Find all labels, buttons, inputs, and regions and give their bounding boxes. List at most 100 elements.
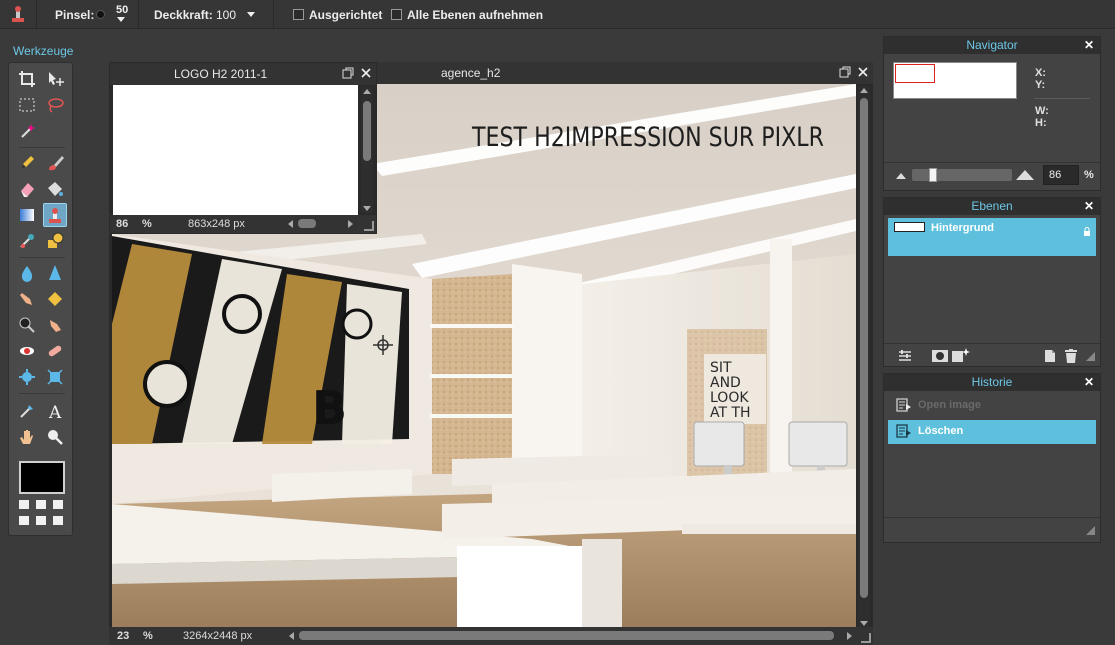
hand-tool[interactable] [15,425,39,449]
marquee-tool[interactable] [15,93,39,117]
logo-zoom-value[interactable]: 86 [116,218,128,230]
delete-layer-icon[interactable] [1065,349,1077,366]
magic-wand-tool[interactable] [15,119,39,143]
zoom-field[interactable]: 86 [1043,165,1079,185]
resize-grip-icon[interactable] [1086,352,1095,361]
brush-size-value[interactable]: 50 [116,4,128,16]
grid-square[interactable] [53,500,63,509]
vertical-scroll-thumb[interactable] [860,98,868,598]
toolbox-title: Werkzeuge [13,44,74,58]
layer-effects-icon[interactable] [952,348,970,365]
paint-bucket-tool[interactable] [43,177,67,201]
red-eye-tool[interactable] [15,339,39,363]
grid-square[interactable] [36,516,46,525]
sponge-tool[interactable] [43,287,67,311]
scroll-left-icon[interactable] [288,220,293,228]
resize-grip-icon[interactable] [861,633,871,643]
foreground-color-swatch[interactable] [19,461,65,494]
spot-heal-tool[interactable] [43,339,67,363]
scroll-right-icon[interactable] [348,220,353,228]
aligned-checkbox[interactable] [293,9,304,20]
lasso-tool[interactable] [43,93,67,117]
crop-tool[interactable] [15,67,39,91]
move-tool[interactable] [43,67,67,91]
history-item[interactable]: Open image [888,394,1096,418]
zoom-in-icon[interactable] [1016,170,1034,180]
vertical-scrollbar[interactable] [858,86,870,628]
resize-grip-icon[interactable] [364,221,374,231]
close-window-icon[interactable] [360,67,372,79]
eraser-tool[interactable] [15,177,39,201]
layer-mask-icon[interactable] [932,350,948,365]
blur-tool[interactable] [15,261,39,285]
scroll-right-icon[interactable] [847,632,852,640]
bloat-tool[interactable] [15,365,39,389]
color-replace-tool[interactable] [15,229,39,253]
clone-stamp-tool[interactable] [43,203,67,227]
sharpen-tool[interactable] [43,261,67,285]
close-icon[interactable]: ✕ [1084,374,1094,391]
opacity-dropdown-icon[interactable] [247,12,255,17]
restore-window-icon[interactable] [342,67,354,79]
grid-square[interactable] [19,500,29,509]
scroll-left-icon[interactable] [289,632,294,640]
brush-size-down-icon[interactable] [117,17,125,22]
pinch-tool[interactable] [43,365,67,389]
navigator-thumbnail[interactable] [893,62,1017,99]
document-title: agence_h2 [441,66,501,80]
layer-item[interactable]: Hintergrund [888,218,1096,256]
type-tool[interactable]: A [43,399,67,423]
zoom-out-icon[interactable] [896,173,906,179]
navigator-viewport[interactable] [895,64,935,83]
layer-settings-icon[interactable] [898,350,912,365]
eraser-icon [21,183,34,197]
logo-canvas[interactable] [113,85,358,216]
resize-grip-icon[interactable] [1086,526,1095,535]
grid-square[interactable] [53,516,63,525]
brush-label: Pinsel: [55,8,95,22]
logo-vertical-scrollbar[interactable] [361,87,373,213]
close-icon[interactable]: ✕ [1084,37,1094,54]
burn-tool[interactable] [15,313,39,337]
opacity-value[interactable]: 100 [216,8,236,22]
grid-square[interactable] [36,500,46,509]
logo-titlebar[interactable]: LOGO H2 2011-1 [110,63,376,85]
marquee-icon [19,98,35,112]
divider [884,517,1100,518]
horizontal-scroll-thumb[interactable] [298,219,316,228]
dodge-tool[interactable] [43,313,67,337]
pencil-tool[interactable] [15,151,39,175]
zoom-slider-handle[interactable] [929,168,937,182]
magic-wand-icon [21,124,35,138]
brush-tool[interactable] [43,151,67,175]
zoom-slider[interactable] [912,168,1012,182]
clone-stamp-icon [49,208,61,223]
lock-icon[interactable] [1083,226,1091,240]
color-picker-tool[interactable] [15,399,39,423]
zoom-tool[interactable] [43,425,67,449]
horizontal-scroll-thumb[interactable] [299,631,834,640]
history-header[interactable]: Historie ✕ [884,374,1100,391]
close-icon[interactable]: ✕ [1084,198,1094,215]
scroll-down-icon[interactable] [860,621,868,626]
close-window-icon[interactable] [857,66,869,78]
water-drop-icon [21,266,33,282]
scroll-up-icon[interactable] [363,89,371,94]
grid-square[interactable] [19,516,29,525]
restore-window-icon[interactable] [839,66,851,78]
brush-preview-icon[interactable] [96,10,105,19]
vertical-scroll-thumb[interactable] [363,101,371,161]
zoom-value[interactable]: 23 [117,630,129,642]
gradient-tool[interactable] [15,203,39,227]
shape-tool[interactable] [43,229,67,253]
scroll-down-icon[interactable] [363,206,371,211]
smudge-tool[interactable] [15,287,39,311]
eye-icon [20,347,34,355]
all-layers-checkbox[interactable] [391,9,402,20]
navigator-header[interactable]: Navigator ✕ [884,37,1100,54]
new-layer-icon[interactable] [1044,349,1056,366]
layers-header[interactable]: Ebenen ✕ [884,198,1100,215]
scroll-up-icon[interactable] [860,88,868,93]
history-item-active[interactable]: Löschen [888,420,1096,444]
layer-name: Hintergrund [931,222,994,234]
